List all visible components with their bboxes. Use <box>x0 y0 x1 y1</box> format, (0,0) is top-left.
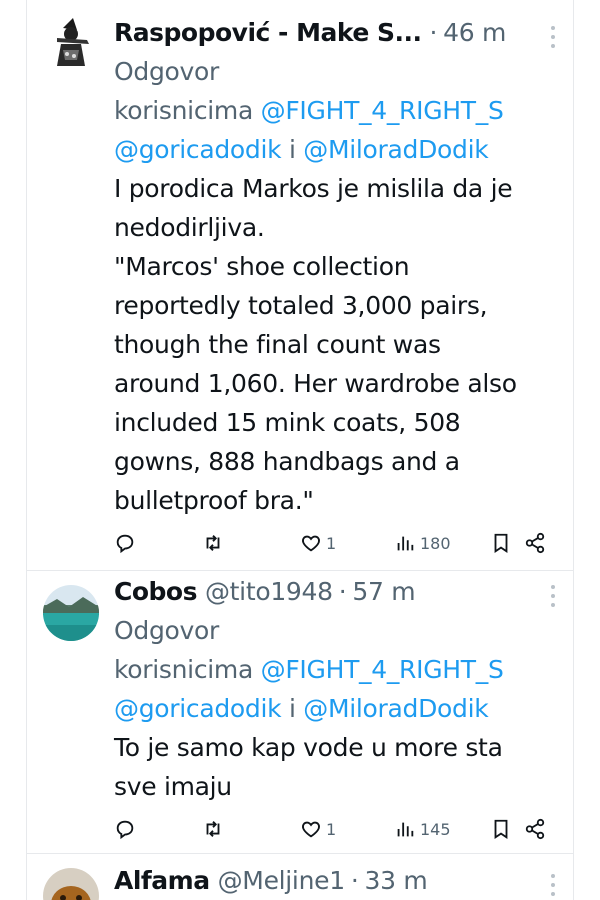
tweet-text-line: sve imaju <box>114 772 232 801</box>
tweet-text-line: reportedly totaled 3,000 pairs, <box>114 291 488 320</box>
tweet-body: Alfama @Meljine1 · 33 m <box>114 860 573 900</box>
reply-icon <box>116 534 134 554</box>
reply-to-word: korisnicima <box>114 655 253 684</box>
like-icon <box>302 535 320 552</box>
handle[interactable]: @tito1948 <box>205 577 333 606</box>
separator: · <box>350 865 359 895</box>
tweet-text-line: included 15 mink coats, 508 <box>114 408 461 437</box>
separator: · <box>338 576 347 606</box>
reply-to-word: korisnicima <box>114 96 253 125</box>
bookmark-icon <box>494 533 508 553</box>
tweet-text-line: "Marcos' shoe collection <box>114 252 410 281</box>
mention-link[interactable]: @goricadodik <box>114 694 282 723</box>
share-icon <box>525 532 545 554</box>
mention-link[interactable]: @MiloradDodik <box>303 135 488 164</box>
mention-link[interactable]: @FIGHT_4_RIGHT_S <box>261 655 504 684</box>
action-bar: 1 145 <box>114 818 573 842</box>
reply-to-line: korisnicima @FIGHT_4_RIGHT_S <box>114 91 573 130</box>
timestamp[interactable]: 57 m <box>352 577 415 606</box>
more-icon[interactable] <box>545 26 561 48</box>
like-count: 1 <box>326 533 337 553</box>
tweet-text-line: gowns, 888 handbags and a <box>114 447 460 476</box>
reply-to-line: korisnicima @FIGHT_4_RIGHT_S <box>114 650 573 689</box>
mention-link[interactable]: @FIGHT_4_RIGHT_S <box>261 96 504 125</box>
like-button[interactable]: 1 <box>300 818 336 840</box>
share-button[interactable] <box>524 818 546 840</box>
reply-button[interactable] <box>114 532 136 554</box>
mention-link[interactable]: @goricadodik <box>114 135 282 164</box>
views-button[interactable]: 180 <box>394 532 451 554</box>
avatar[interactable] <box>43 868 99 900</box>
mention-link[interactable]: @MiloradDodik <box>303 694 488 723</box>
views-button[interactable]: 145 <box>394 818 451 840</box>
like-count: 1 <box>326 819 337 839</box>
conjunction: i <box>288 694 296 723</box>
reply-prefix: Odgovor <box>114 57 219 86</box>
avatar-image <box>43 585 99 641</box>
tweet-cobos[interactable]: Cobos @tito1948 · 57 m Odgovor korisnici… <box>27 571 573 853</box>
tweet-header: Alfama @Meljine1 · 33 m <box>114 860 573 900</box>
like-icon <box>302 821 320 838</box>
tweet-text-line: I porodica Markos je mislila da je <box>114 174 513 203</box>
tweet-text: To je samo kap vode u more sta sve imaju <box>114 728 573 806</box>
avatar-image <box>43 868 99 900</box>
separator: · <box>429 17 438 47</box>
bookmark-button[interactable] <box>490 532 512 554</box>
share-button[interactable] <box>524 532 546 554</box>
views-count: 180 <box>420 533 451 553</box>
avatar-image <box>43 14 99 70</box>
handle[interactable]: @Meljine1 <box>218 866 346 895</box>
bookmark-icon <box>494 819 508 839</box>
views-icon <box>397 822 414 837</box>
tweet-header: Cobos @tito1948 · 57 m <box>114 571 573 611</box>
tweet-text-line: though the final count was <box>114 330 441 359</box>
retweet-button[interactable] <box>202 532 224 554</box>
reply-to-line: @goricadodik i @MiloradDodik <box>114 130 573 169</box>
reply-to-line: @goricadodik i @MiloradDodik <box>114 689 573 728</box>
reply-icon <box>116 820 134 840</box>
tweet-header: Raspopović - Make S... · 46 m <box>114 12 573 52</box>
display-name[interactable]: Cobos <box>114 577 197 606</box>
more-icon[interactable] <box>545 585 561 607</box>
avatar[interactable] <box>43 585 99 641</box>
tweet-text-line: To je samo kap vode u more sta <box>114 733 503 762</box>
retweet-button[interactable] <box>202 818 224 840</box>
timestamp[interactable]: 33 m <box>364 866 427 895</box>
tweet-text-line: around 1,060. Her wardrobe also <box>114 369 517 398</box>
views-count: 145 <box>420 819 451 839</box>
tweet-body: Raspopović - Make S... · 46 m Odgovor ko… <box>114 12 573 520</box>
bookmark-button[interactable] <box>490 818 512 840</box>
reply-button[interactable] <box>114 818 136 840</box>
display-name[interactable]: Raspopović - Make S... <box>114 18 422 47</box>
retweet-icon <box>206 535 220 551</box>
avatar[interactable] <box>43 14 99 70</box>
tweet-alfama[interactable]: Alfama @Meljine1 · 33 m <box>27 854 573 900</box>
reply-prefix: Odgovor <box>114 616 219 645</box>
display-name[interactable]: Alfama <box>114 866 210 895</box>
more-icon[interactable] <box>545 874 561 896</box>
like-button[interactable]: 1 <box>300 532 336 554</box>
views-icon <box>397 536 414 551</box>
tweet-text: I porodica Markos je mislila da je nedod… <box>114 169 573 520</box>
tweet-text-line: bulletproof bra." <box>114 486 314 515</box>
tweet-body: Cobos @tito1948 · 57 m Odgovor korisnici… <box>114 571 573 806</box>
tweet-text-line: nedodirljiva. <box>114 213 265 242</box>
tweet-raspopovic[interactable]: Raspopović - Make S... · 46 m Odgovor ko… <box>27 0 573 570</box>
action-bar: 1 180 <box>114 532 573 556</box>
retweet-icon <box>206 821 220 837</box>
conjunction: i <box>288 135 296 164</box>
share-icon <box>525 818 545 840</box>
timestamp[interactable]: 46 m <box>443 18 506 47</box>
